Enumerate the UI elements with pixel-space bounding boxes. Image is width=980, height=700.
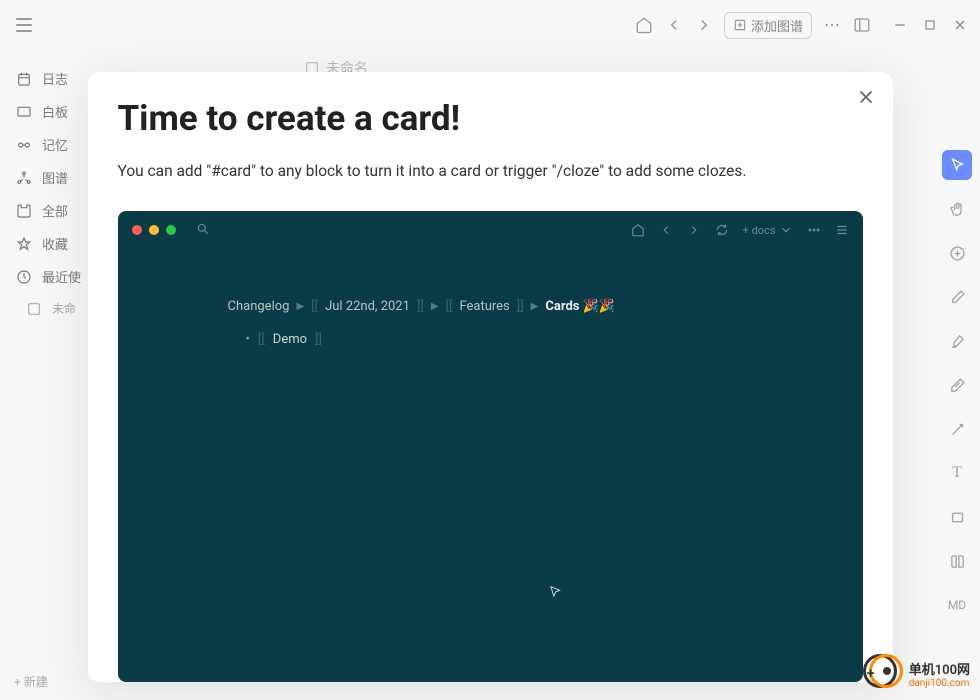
watermark-url: danji100.com [909, 678, 970, 689]
breadcrumb: Changelog ▶ [[Jul 22nd, 2021]] ▶ [[Featu… [228, 299, 753, 314]
traffic-lights [132, 225, 176, 235]
watermark-logo-icon: + [863, 654, 903, 694]
modal-overlay: Time to create a card! You can add "#car… [0, 0, 980, 700]
traffic-yellow-icon [149, 225, 159, 235]
traffic-red-icon [132, 225, 142, 235]
demo-bullet[interactable]: [[Demo]] [228, 332, 753, 347]
watermark: + 单机100网 danji100.com [863, 654, 970, 694]
demo-back-icon[interactable] [659, 223, 673, 237]
breadcrumb-item[interactable]: Changelog [228, 299, 290, 314]
close-button[interactable] [855, 86, 877, 112]
watermark-name: 单机100网 [909, 659, 970, 678]
demo-body: Changelog ▶ [[Jul 22nd, 2021]] ▶ [[Featu… [118, 249, 863, 397]
modal-description: You can add "#card" to any block to turn… [118, 159, 863, 183]
demo-docs-button[interactable]: + docs [743, 223, 793, 237]
demo-more-icon[interactable] [807, 223, 821, 237]
demo-header: + docs [118, 211, 863, 249]
traffic-green-icon [166, 225, 176, 235]
chevron-right-icon: ▶ [431, 301, 439, 312]
demo-bullet-text: Demo [273, 332, 307, 347]
demo-menu-icon[interactable] [835, 223, 849, 237]
demo-home-icon[interactable] [631, 223, 645, 237]
demo-header-right: + docs [631, 223, 849, 237]
breadcrumb-current: Cards 🎉🎉 [545, 299, 615, 314]
modal-title: Time to create a card! [118, 98, 863, 139]
chevron-right-icon: ▶ [296, 301, 304, 312]
demo-forward-icon[interactable] [687, 223, 701, 237]
demo-frame: + docs Changelog ▶ [[Jul 22nd, 2021]] ▶ … [118, 211, 863, 682]
cursor-icon [548, 584, 562, 603]
demo-refresh-icon[interactable] [715, 223, 729, 237]
chevron-right-icon: ▶ [531, 301, 539, 312]
demo-search-icon[interactable] [196, 221, 210, 240]
modal: Time to create a card! You can add "#car… [88, 72, 893, 682]
breadcrumb-item[interactable]: Features [459, 299, 509, 314]
breadcrumb-item[interactable]: Jul 22nd, 2021 [325, 299, 410, 314]
